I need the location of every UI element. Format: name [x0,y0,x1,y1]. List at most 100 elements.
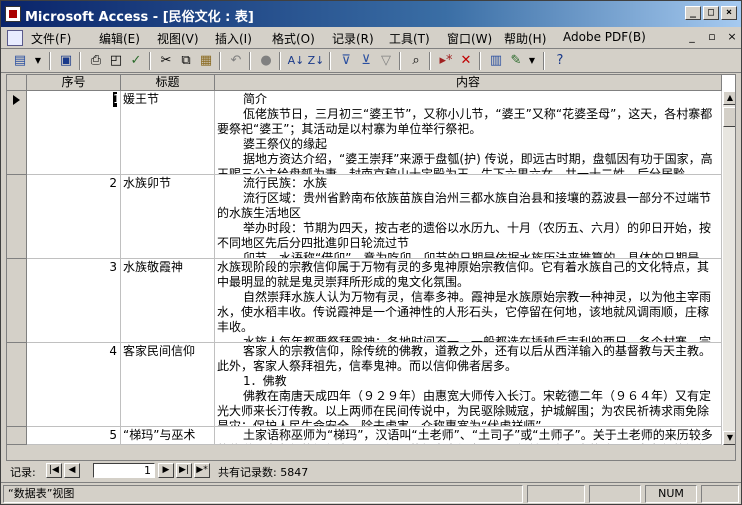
table-icon[interactable] [7,30,23,46]
scroll-up-icon[interactable]: ▲ [723,91,735,105]
spelling-icon[interactable]: ✓ [127,52,145,70]
menu-window[interactable]: 窗口(W) [447,30,492,47]
mdi-restore-button[interactable]: ▫ [705,30,719,44]
status-panel-empty [527,485,585,503]
sort-ascending-icon[interactable]: A↓ [287,52,305,70]
record-number-input[interactable] [93,463,155,478]
record-selector[interactable] [7,427,27,445]
mdi-close-button[interactable]: × [725,30,739,44]
paste-icon[interactable]: ▦ [197,52,215,70]
cut-icon[interactable]: ✂ [157,52,175,70]
view-icon[interactable]: ▤ [11,52,29,70]
previous-record-button[interactable]: ◀ [64,463,80,478]
content-line: 流行区域：贵州省黔南布依族苗族自治州三都水族自治县和接壤的荔波县一部分不过端节的… [217,191,712,220]
find-icon[interactable]: ⌕ [407,52,425,70]
content-line: 水族现阶段的宗教信仰属于万物有灵的多鬼神原始宗教信仰。它有着水族自己的文化特点，… [217,260,710,289]
record-selector[interactable] [7,343,27,427]
column-header-content[interactable]: 内容 [215,75,722,91]
content-line: 佤佬族节日，三月初三“婆王节”，又称小儿节，“婆王”又称“花婆圣母”，这天，各村… [217,107,713,136]
cell-content[interactable]: 土家语称巫师为“梯玛”，汉语叫“土老师”、“土司子”或“土师子”。关于土老师的来… [215,427,722,445]
maximize-button[interactable]: □ [703,6,719,20]
cell-id[interactable]: 3 [27,259,121,343]
database-window-icon[interactable]: ▥ [487,52,505,70]
record-selector[interactable] [7,259,27,343]
access-window: Microsoft Access - [民俗文化 : 表] _ □ × 文件(F… [0,0,742,505]
view-dropdown-icon[interactable]: ▼ [29,52,47,70]
select-all-corner[interactable] [7,75,27,91]
menu-insert[interactable]: 插入(I) [215,30,252,47]
datasheet-grid: 序号 标题 内容 1 媛王节 简介 佤佬族节日，三月初三“婆王节”，又称小儿节，… [6,74,736,461]
menu-help[interactable]: 帮助(H) [504,30,546,47]
menu-bar: 文件(F) 编辑(E) 视图(V) 插入(I) 格式(O) 记录(R) 工具(T… [1,27,741,49]
new-object-dropdown-icon[interactable]: ▼ [523,52,541,70]
access-app-icon[interactable] [5,6,21,22]
cell-title[interactable]: 客家民间信仰 [121,343,215,427]
sort-descending-icon[interactable]: Z↓ [307,52,325,70]
record-selector[interactable] [7,91,27,175]
window-title: Microsoft Access - [民俗文化 : 表] [25,10,254,25]
record-label: 记录: [10,466,36,479]
menu-edit[interactable]: 编辑(E) [99,30,140,47]
cell-title[interactable]: 水族敬霞神 [121,259,215,343]
minimize-button[interactable]: _ [685,6,701,20]
delete-record-icon[interactable]: ✕ [457,52,475,70]
record-count: 共有记录数: 5847 [218,466,309,479]
scroll-down-icon[interactable]: ▼ [723,431,735,445]
cell-id[interactable]: 2 [27,175,121,259]
filter-by-selection-icon[interactable]: ⊽ [337,52,355,70]
cell-content[interactable]: 客家人的宗教信仰，除传统的佛教，道教之外，还有以后从西洋输入的基督教与天主教。此… [215,343,722,427]
menu-format[interactable]: 格式(O) [272,30,315,47]
apply-filter-icon[interactable]: ▽ [377,52,395,70]
status-view-label: “数据表”视图 [3,485,523,503]
cell-title[interactable]: “梯玛”与巫术 [121,427,215,445]
record-selector[interactable] [7,175,27,259]
last-record-button[interactable]: ▶| [176,463,192,478]
filter-by-form-icon[interactable]: ⊻ [357,52,375,70]
cell-content[interactable]: 流行民族：水族 流行区域：贵州省黔南布依族苗族自治州三都水族自治县和接壤的荔波县… [215,175,722,259]
status-bar: “数据表”视图 NUM [1,482,741,504]
title-bar: Microsoft Access - [民俗文化 : 表] _ □ × [1,1,741,27]
help-icon[interactable]: ? [551,52,569,70]
vertical-scrollbar[interactable]: ▲ ▼ [722,91,735,445]
content-line: 流行民族：水族 [243,176,328,190]
table-row[interactable]: 1 [27,91,121,175]
content-line: 佛教在南唐天成四年（９２９年）由惠宽大师传入长汀。宋乾德二年（９６４年）又有定光… [217,389,712,427]
content-line: 水族人每年都要祭拜霞神；各地时间不一，一般都选在插秧后吉利的酉日，各个村寨、宗 [243,335,712,343]
content-line: 土家语称巫师为“梯玛”，汉语叫“土老师”、“土司子”或“土师子”。关于土老师的来… [217,428,713,444]
close-button[interactable]: × [721,6,737,20]
status-panel-empty [701,485,739,503]
current-record-pointer-icon [13,95,20,105]
print-icon[interactable]: ⎙ [87,52,105,70]
column-header-id[interactable]: 序号 [27,75,121,91]
save-icon[interactable]: ▣ [57,52,75,70]
cell-content[interactable]: 水族现阶段的宗教信仰属于万物有灵的多鬼神原始宗教信仰。它有着水族自己的文化特点，… [215,259,722,343]
cell-content[interactable]: 简介 佤佬族节日，三月初三“婆王节”，又称小儿节，“婆王”又称“花婆圣母”，这天… [215,91,722,175]
column-header-title[interactable]: 标题 [121,75,215,91]
menu-tools[interactable]: 工具(T) [389,30,430,47]
next-record-button[interactable]: ▶ [158,463,174,478]
cell-id[interactable]: 5 [27,427,121,445]
grid-bottom-edge [7,445,735,460]
menu-adobe-pdf[interactable]: Adobe PDF(B) [563,30,646,44]
menu-view[interactable]: 视图(V) [157,30,199,47]
toolbar: ▤ ▼ ▣ ⎙ ◰ ✓ ✂ ⧉ ▦ ↶ ● A↓ Z↓ ⊽ ⊻ ▽ ⌕ ▸* ✕… [1,49,741,73]
first-record-button[interactable]: |◀ [46,463,62,478]
undo-icon[interactable]: ↶ [227,52,245,70]
cell-id[interactable]: 4 [27,343,121,427]
cell-title[interactable]: 水族卯节 [121,175,215,259]
content-line: 举办时段：节期为四天，按古老的遗俗以水历九、十月（农历五、六月）的卯日开始，按不… [217,221,712,250]
cell-id[interactable]: 1 [113,92,120,107]
menu-records[interactable]: 记录(R) [332,30,374,47]
cell-title[interactable]: 媛王节 [121,91,215,175]
content-line: 据地方资达介绍，“婆王崇拜”来源于盘瓠(护) 传说，即远古时期，盘瓠因有功于国家… [217,152,713,175]
new-record-icon[interactable]: ▸* [437,52,455,70]
content-line: 婆王祭仪的缘起 [243,137,328,151]
hyperlink-icon[interactable]: ● [257,52,275,70]
new-record-button[interactable]: ▶* [194,463,210,478]
copy-icon[interactable]: ⧉ [177,52,195,70]
menu-file[interactable]: 文件(F) [31,30,71,47]
print-preview-icon[interactable]: ◰ [107,52,125,70]
mdi-minimize-button[interactable]: _ [685,30,699,44]
content-line: 简介 [243,92,268,106]
scroll-thumb[interactable] [723,107,735,127]
